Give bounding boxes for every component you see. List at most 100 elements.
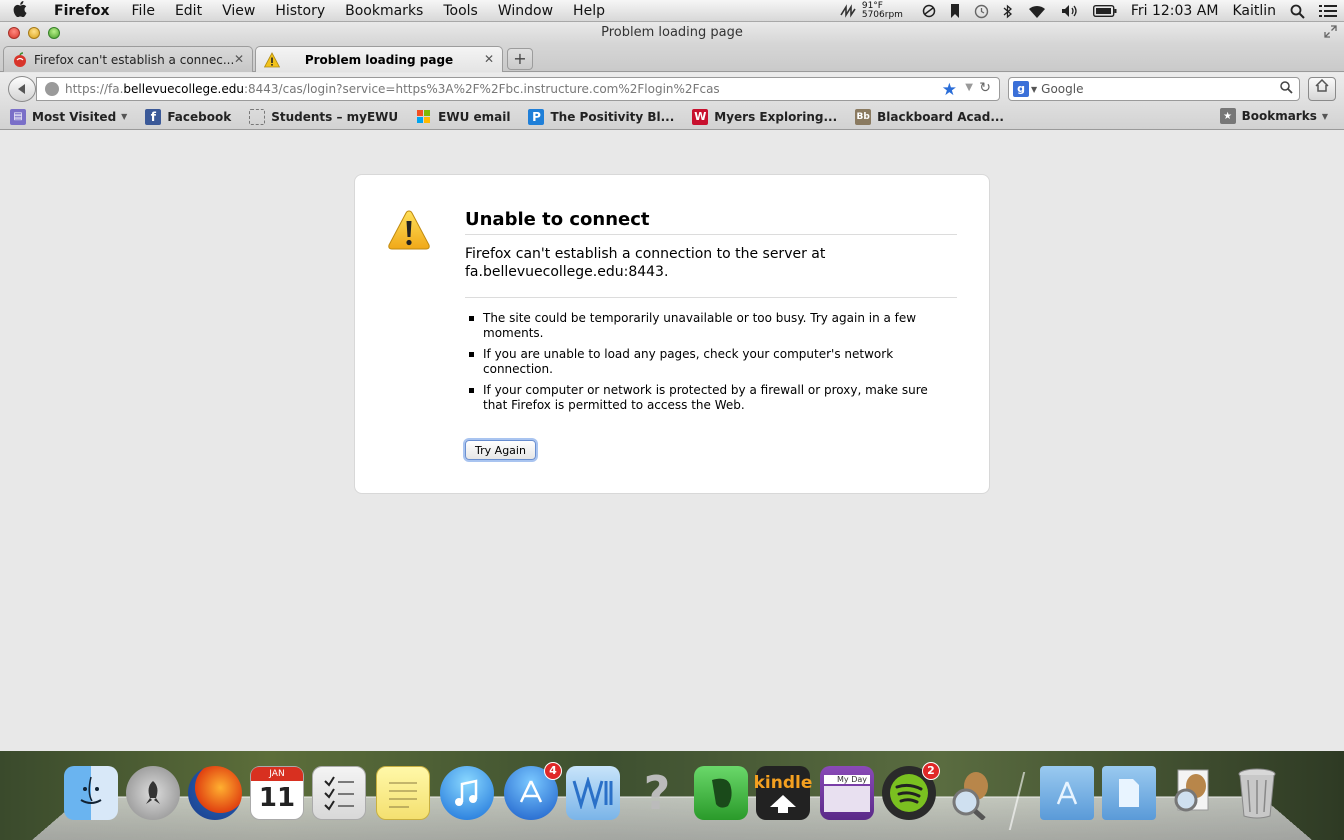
menu-edit[interactable]: Edit: [165, 3, 212, 19]
bookmark-label: The Positivity Bl...: [550, 109, 675, 124]
bookmark-label: EWU email: [438, 109, 511, 124]
battery-icon[interactable]: [1086, 5, 1124, 17]
time-machine-icon[interactable]: [967, 4, 996, 19]
launchpad-icon[interactable]: [126, 766, 180, 820]
bb-icon: Bb: [855, 108, 872, 125]
tab-problem-loading[interactable]: Problem loading page ✕: [255, 46, 503, 72]
evernote-icon[interactable]: [694, 766, 748, 820]
help-question-mark: ?: [643, 766, 671, 820]
warning-icon: [387, 209, 431, 251]
apple-favicon-icon: [12, 52, 28, 68]
list-item: If you are unable to load any pages, che…: [465, 347, 935, 377]
google-engine-icon[interactable]: g: [1013, 81, 1029, 97]
wunderlist-icon[interactable]: [566, 766, 620, 820]
error-description-line: fa.bellevuecollege.edu:8443.: [465, 264, 669, 280]
spotlight-search-icon[interactable]: [1283, 4, 1312, 19]
bookmark-label: Students – myEWU: [271, 109, 399, 124]
calendar-icon[interactable]: JAN 11: [250, 766, 304, 820]
bookmark-label: Blackboard Acad...: [877, 109, 1004, 124]
sensor-icon: [840, 4, 856, 18]
error-page-container: Unable to connect Firefox can't establis…: [354, 174, 990, 494]
menu-view[interactable]: View: [212, 3, 265, 19]
my-day-label: My Day: [824, 774, 870, 784]
bookmark-label: Myers Exploring...: [714, 109, 838, 124]
url-suffix: :8443/cas/login?service=https%3A%2F%2Fbc…: [243, 82, 720, 96]
tab-connection-error[interactable]: Firefox can't establish a connec... ✕: [3, 46, 253, 72]
bookmarks-menu-label: Bookmarks: [1241, 109, 1317, 123]
page-content: Unable to connect Firefox can't establis…: [0, 131, 1344, 751]
itunes-icon[interactable]: [440, 766, 494, 820]
p-icon: P: [528, 108, 545, 125]
home-button[interactable]: [1308, 77, 1336, 101]
url-domain: bellevuecollege.edu: [123, 82, 244, 96]
calendar-month: JAN: [251, 767, 303, 781]
back-arrow-icon: [18, 84, 25, 94]
search-bar[interactable]: g ▼ Google: [1008, 77, 1300, 101]
bookmark-ewu-email[interactable]: EWU email: [406, 109, 518, 125]
back-button[interactable]: [8, 76, 36, 102]
downloads-stack-icon[interactable]: [1166, 766, 1220, 820]
help-question-icon[interactable]: ?: [630, 766, 684, 820]
sync-status-icon[interactable]: [915, 4, 943, 18]
tab-close-icon[interactable]: ✕: [234, 52, 244, 66]
bookmark-students-myewu[interactable]: Students – myEWU: [239, 108, 406, 125]
temperature-fan-status[interactable]: 91°F 5706rpm: [833, 2, 915, 20]
url-prefix: https://fa.: [65, 82, 124, 96]
clock[interactable]: Fri 12:03 AM: [1124, 3, 1226, 19]
bluetooth-icon[interactable]: [996, 4, 1020, 19]
squirrel-preview-icon[interactable]: [944, 766, 998, 820]
applications-folder-icon[interactable]: [1040, 766, 1094, 820]
menu-bookmarks[interactable]: Bookmarks: [335, 3, 433, 19]
bookmark-flag-icon[interactable]: [943, 4, 967, 18]
bookmark-most-visited[interactable]: ▤ Most Visited ▼: [0, 108, 135, 125]
bookmarks-menu-button[interactable]: ★ Bookmarks ▼: [1210, 108, 1336, 124]
try-again-button[interactable]: Try Again: [465, 440, 536, 460]
stickies-notes-icon[interactable]: [376, 766, 430, 820]
firefox-icon[interactable]: [188, 766, 242, 820]
notification-center-icon[interactable]: [1312, 4, 1344, 18]
menu-bar: Firefox File Edit View History Bookmarks…: [0, 0, 1344, 22]
site-identity-globe-icon[interactable]: [45, 82, 59, 96]
documents-folder-icon[interactable]: [1102, 766, 1156, 820]
search-engine-dropdown-icon[interactable]: ▼: [1031, 85, 1037, 94]
bookmark-star-icon[interactable]: ★: [942, 80, 957, 100]
url-history-dropdown-icon[interactable]: ▼: [965, 82, 973, 93]
app-store-badge: 4: [544, 762, 562, 780]
menu-help[interactable]: Help: [563, 3, 615, 19]
fullscreen-icon[interactable]: [1324, 25, 1338, 39]
trash-icon[interactable]: [1230, 766, 1284, 820]
my-day-icon[interactable]: My Day: [820, 766, 874, 820]
spotify-icon[interactable]: 2: [882, 762, 940, 820]
url-bar[interactable]: https://fa.bellevuecollege.edu:8443/cas/…: [36, 77, 1000, 101]
app-menu-firefox[interactable]: Firefox: [40, 3, 122, 19]
url-text[interactable]: https://fa.bellevuecollege.edu:8443/cas/…: [65, 82, 720, 96]
reminders-icon[interactable]: [312, 766, 366, 820]
reload-icon[interactable]: ↻: [979, 80, 991, 96]
bookmark-blackboard[interactable]: Bb Blackboard Acad...: [845, 108, 1012, 125]
tab-close-icon[interactable]: ✕: [484, 52, 494, 66]
dashed-page-icon: [249, 108, 266, 125]
tab-label: Firefox can't establish a connec...: [34, 52, 235, 67]
facebook-icon: f: [145, 108, 162, 125]
kindle-icon[interactable]: kindle: [754, 766, 812, 820]
list-item: If your computer or network is protected…: [465, 383, 935, 413]
bookmark-facebook[interactable]: f Facebook: [135, 108, 239, 125]
bookmark-positivity-blog[interactable]: P The Positivity Bl...: [518, 108, 682, 125]
error-description: Firefox can't establish a connection to …: [465, 245, 957, 298]
error-suggestions-list: The site could be temporarily unavailabl…: [465, 311, 935, 419]
menu-window[interactable]: Window: [488, 3, 563, 19]
new-tab-button[interactable]: +: [507, 48, 533, 70]
wifi-icon[interactable]: [1020, 4, 1054, 19]
navigation-toolbar: https://fa.bellevuecollege.edu:8443/cas/…: [0, 73, 1344, 104]
search-magnifier-icon[interactable]: [1280, 81, 1293, 98]
bookmark-myers-exploring[interactable]: W Myers Exploring...: [682, 108, 845, 125]
app-store-icon[interactable]: 4: [504, 762, 562, 820]
menu-file[interactable]: File: [122, 3, 165, 19]
menu-tools[interactable]: Tools: [433, 3, 488, 19]
user-menu[interactable]: Kaitlin: [1225, 3, 1283, 19]
search-input[interactable]: Google: [1041, 82, 1083, 96]
menu-history[interactable]: History: [265, 3, 335, 19]
apple-menu-icon[interactable]: [0, 0, 40, 21]
finder-icon[interactable]: [64, 766, 118, 820]
volume-icon[interactable]: [1054, 4, 1086, 18]
